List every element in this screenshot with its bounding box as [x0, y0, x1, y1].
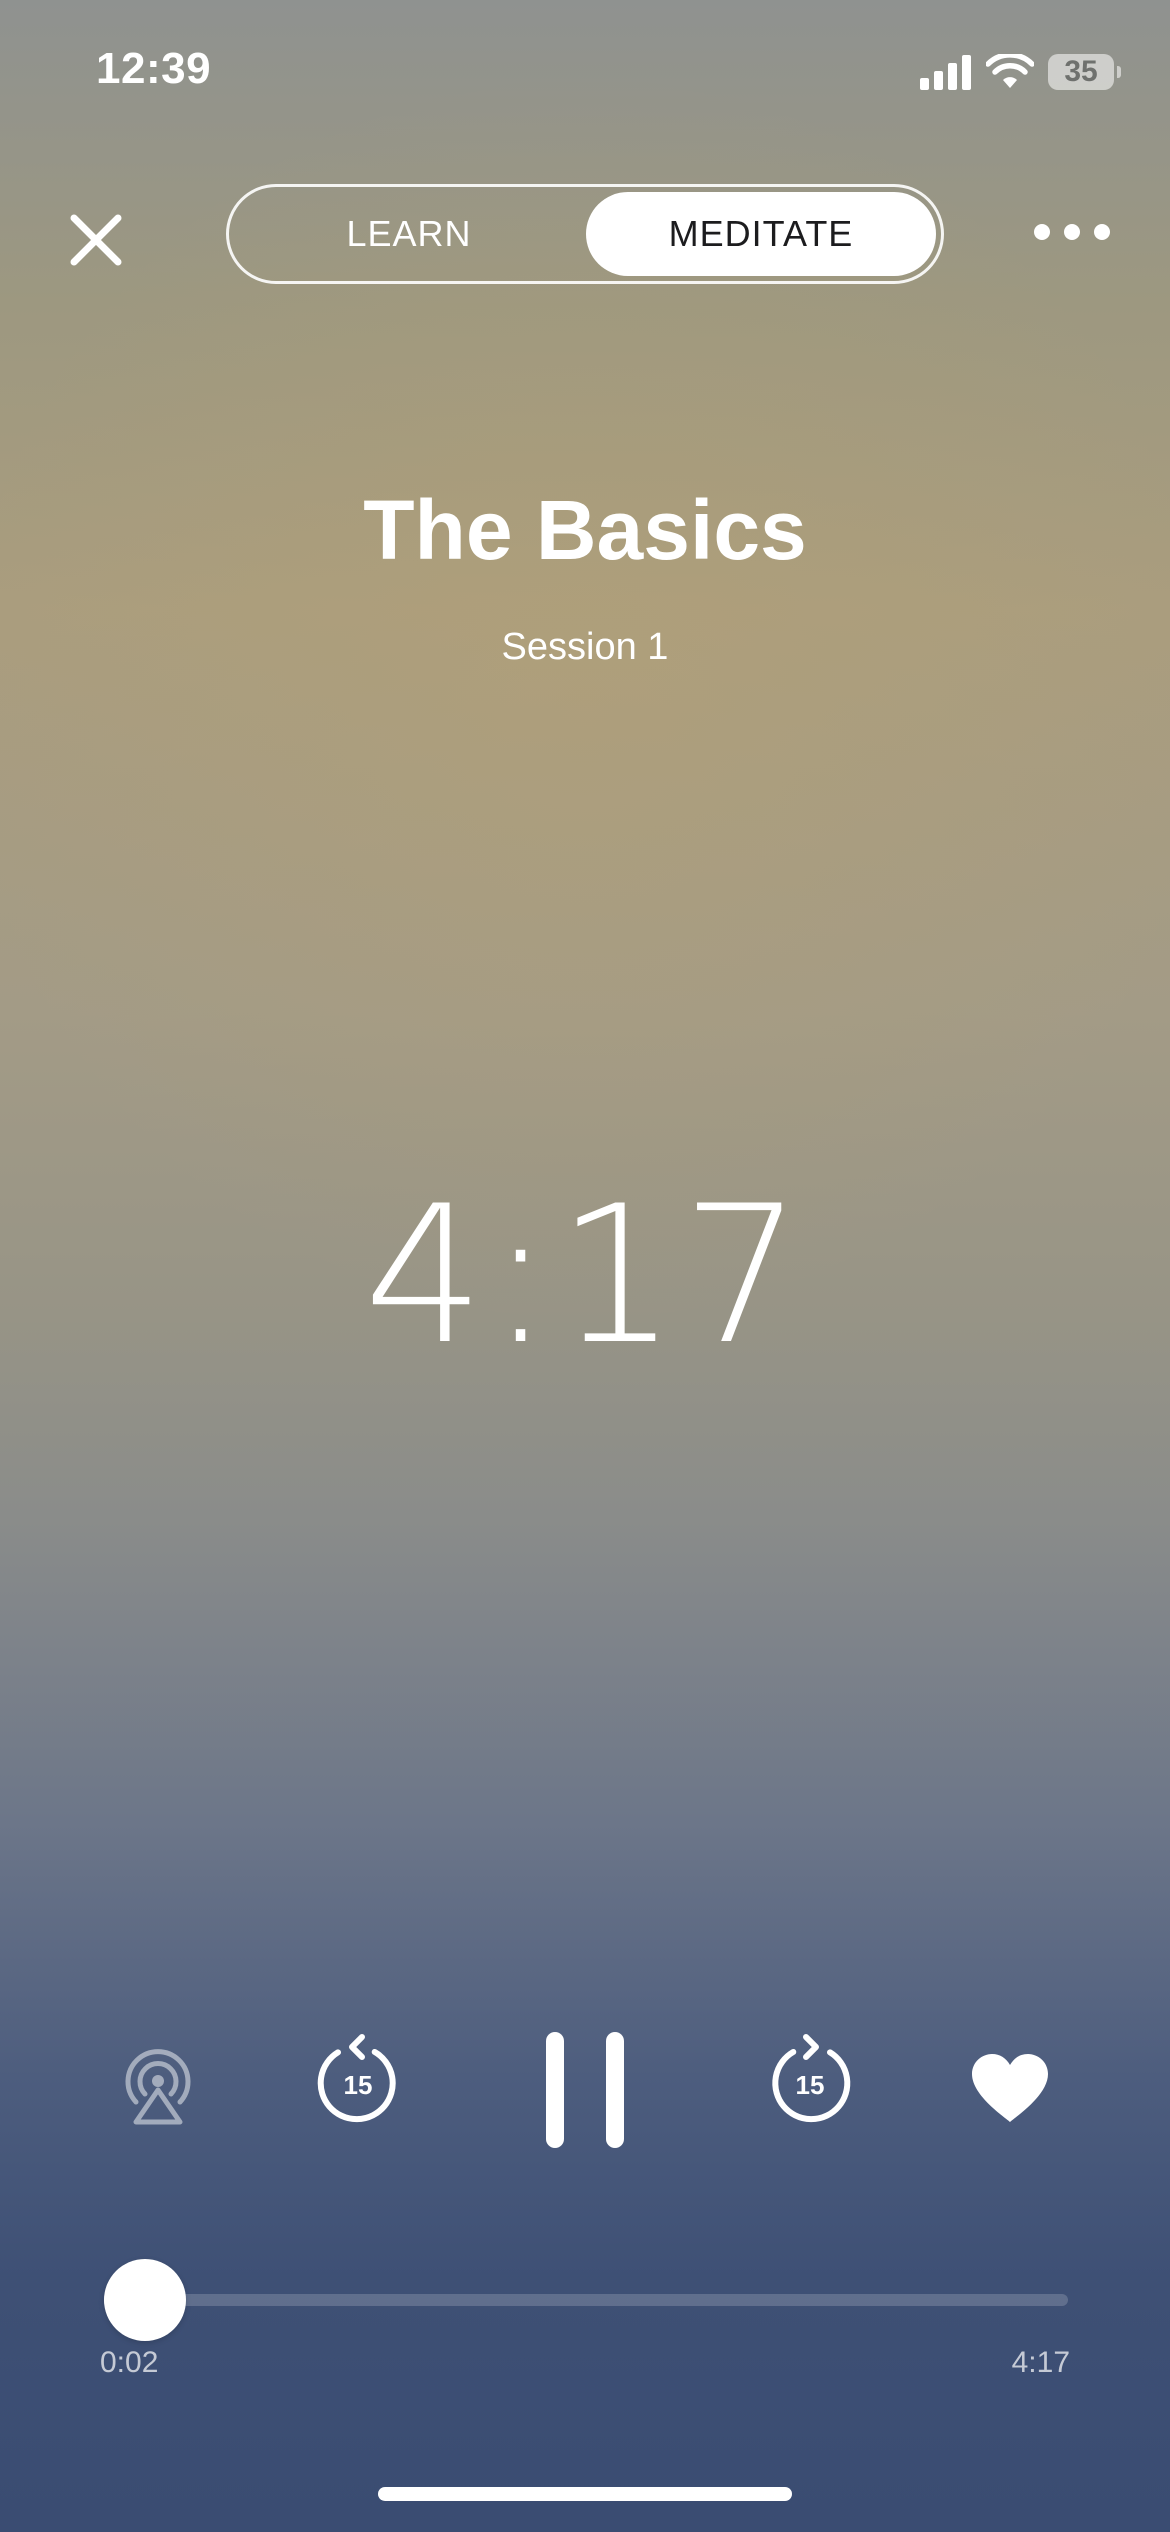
close-icon[interactable]: [64, 208, 128, 272]
elapsed-time: 0:02: [100, 2346, 159, 2379]
total-time: 4:17: [1011, 2346, 1070, 2379]
remaining-time: 4:17: [363, 1165, 807, 1386]
rewind-15-button[interactable]: 15: [316, 2033, 400, 2129]
progress-track[interactable]: [104, 2294, 1068, 2306]
airplay-icon[interactable]: [118, 2046, 198, 2126]
status-icons: 35: [920, 50, 1121, 94]
battery-icon: 35: [1048, 54, 1121, 90]
pause-icon[interactable]: [540, 2030, 630, 2150]
forward-15-button[interactable]: 15: [768, 2033, 852, 2129]
status-time: 12:39: [96, 44, 212, 93]
tab-meditate[interactable]: MEDITATE: [586, 192, 936, 276]
rewind-seconds: 15: [343, 2070, 373, 2100]
more-icon[interactable]: [1030, 210, 1114, 254]
session-title: The Basics: [363, 483, 807, 577]
tab-learn[interactable]: LEARN: [234, 192, 584, 276]
forward-seconds: 15: [795, 2070, 825, 2100]
mode-switcher: LEARN MEDITATE: [226, 184, 944, 284]
progress-handle[interactable]: [104, 2259, 186, 2341]
wifi-icon: [986, 54, 1034, 88]
player-screen: 12:39 35 LEARN MEDITATE The Basics Sessi…: [0, 0, 1170, 2532]
session-subtitle: Session 1: [501, 626, 669, 668]
heart-icon[interactable]: [970, 2052, 1050, 2124]
signal-icon: [920, 55, 971, 90]
home-indicator[interactable]: [378, 2487, 792, 2501]
battery-level: 35: [1064, 55, 1098, 88]
